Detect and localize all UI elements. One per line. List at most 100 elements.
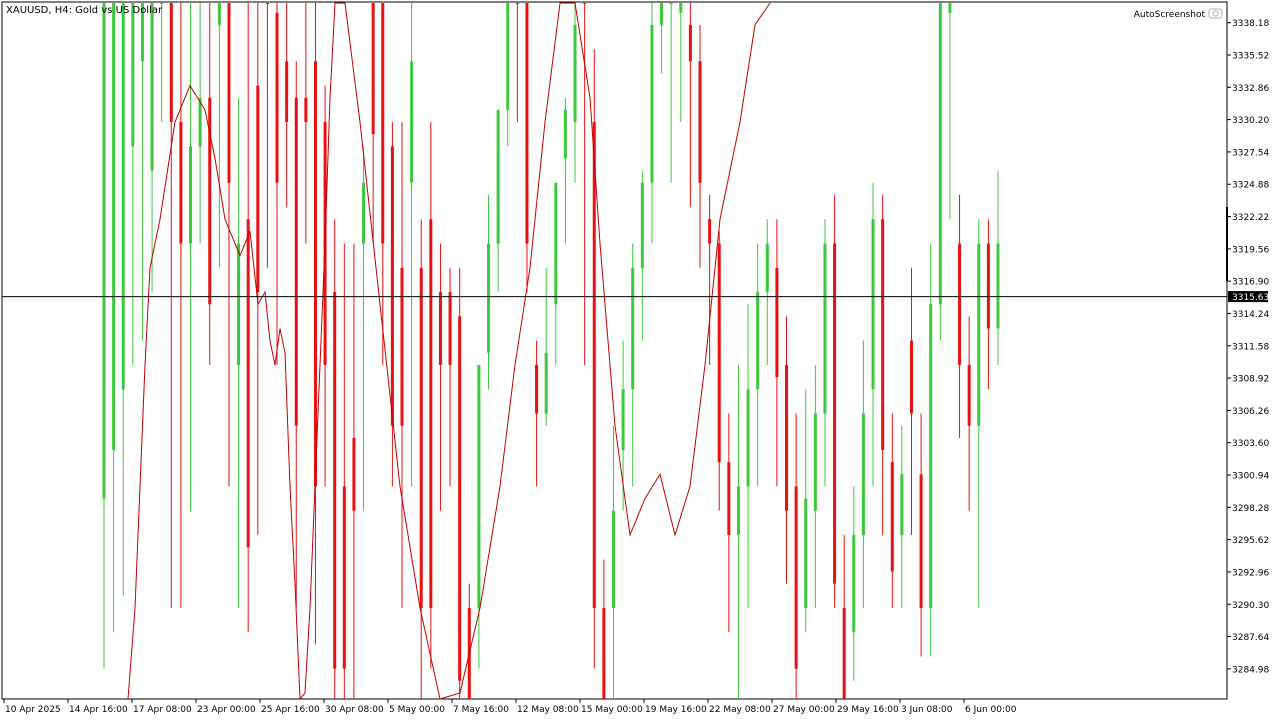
x-tick-label: 14 Apr 16:00 — [69, 705, 128, 715]
x-tick-label: 22 May 08:00 — [709, 705, 771, 715]
candle-body — [881, 219, 885, 450]
candle-body — [631, 267, 635, 390]
y-tick-label: 3295.62 — [1232, 536, 1269, 546]
y-tick-label: 3330.20 — [1232, 116, 1269, 126]
candle-body — [919, 474, 923, 608]
bull-candle — [938, 3, 942, 341]
y-tick-label: 3316.90 — [1232, 278, 1269, 288]
candle-body — [313, 61, 317, 487]
current-price-box: 3315.63 — [1228, 291, 1269, 303]
candle-body — [381, 3, 385, 244]
y-tick-label: 3300.94 — [1232, 472, 1269, 482]
y-tick-label: 3338.18 — [1232, 19, 1269, 29]
price-chart[interactable]: 3338.18 3335.52 3332.86 3330.20 3327.54 3324.… — [0, 0, 1280, 720]
candle-body — [150, 3, 154, 171]
candle-body — [362, 182, 366, 244]
y-tick-label: 3298.28 — [1232, 504, 1269, 514]
candle-body — [400, 267, 404, 426]
candle-body — [861, 413, 865, 536]
candle-body — [246, 219, 250, 548]
x-tick-label: 12 May 08:00 — [517, 705, 579, 715]
y-tick-label: 3314.24 — [1232, 310, 1269, 320]
current-price-label: 3315.63 — [1232, 293, 1269, 303]
candle-body — [294, 97, 298, 426]
candle-body — [458, 316, 462, 681]
bear-candle — [458, 267, 462, 699]
candle-body — [746, 389, 750, 487]
candle-body — [938, 3, 942, 305]
candle-body — [429, 219, 433, 608]
candle-body — [237, 243, 241, 365]
x-tick-label: 19 May 16:00 — [645, 705, 707, 715]
x-tick-label: 30 Apr 08:00 — [325, 705, 384, 715]
candle-body — [775, 267, 779, 378]
candle-body — [256, 85, 260, 293]
candle-body — [285, 61, 289, 123]
candle-body — [823, 243, 827, 414]
candle-body — [727, 462, 731, 536]
candle-body — [438, 292, 442, 365]
x-tick-label: 5 May 00:00 — [389, 705, 445, 715]
candle-body — [890, 462, 894, 572]
candle-body — [448, 292, 452, 365]
candle-body — [602, 607, 606, 699]
x-tick-label: 15 May 00:00 — [581, 705, 643, 715]
candle-body — [679, 3, 683, 13]
bull-candle — [929, 243, 933, 657]
candle-body — [160, 3, 164, 4]
candle-body — [496, 109, 500, 244]
candle-body — [554, 182, 558, 305]
candle-body — [736, 486, 740, 536]
candle-body — [112, 3, 116, 450]
candle-body — [948, 3, 952, 13]
scale-handle[interactable] — [1226, 207, 1228, 281]
candle-body — [535, 364, 539, 414]
chart-svg[interactable]: 3338.18 3335.52 3332.86 3330.20 3327.54 3324.… — [0, 0, 1280, 720]
candle-body — [371, 3, 375, 135]
x-tick-label: 6 Jun 00:00 — [965, 705, 1017, 715]
candle-body — [842, 607, 846, 699]
candle-body — [871, 219, 875, 390]
candle-body — [419, 267, 423, 608]
candle-body — [352, 437, 356, 511]
candle-body — [900, 474, 904, 536]
candle-body — [487, 243, 491, 353]
x-tick-label: 29 May 16:00 — [837, 705, 899, 715]
candle-body — [410, 61, 414, 183]
candle-body — [390, 146, 394, 426]
candle-body — [852, 535, 856, 633]
candle-body — [717, 243, 721, 463]
x-tick-label: 27 May 00:00 — [773, 705, 835, 715]
candle-body — [996, 243, 1000, 329]
candle-body — [785, 364, 789, 511]
candle-body — [342, 486, 346, 669]
x-tick-label: 23 Apr 00:00 — [197, 705, 256, 715]
y-tick-label: 3287.64 — [1232, 633, 1269, 643]
y-tick-label: 3319.56 — [1232, 245, 1269, 255]
x-tick-label: 7 May 16:00 — [453, 705, 509, 715]
candle-body — [698, 61, 702, 183]
candle-body — [688, 24, 692, 62]
candle-body — [929, 304, 933, 608]
candle-body — [909, 340, 913, 414]
candle-body — [563, 109, 567, 159]
candle-body — [794, 486, 798, 669]
candle-body — [967, 364, 971, 426]
candle-body — [640, 182, 644, 268]
y-tick-label: 3292.96 — [1232, 568, 1269, 578]
y-tick-label: 3308.92 — [1232, 375, 1269, 385]
candle-body — [544, 352, 548, 414]
candle-body — [275, 12, 279, 183]
candle-body — [669, 3, 673, 4]
candle-body — [131, 3, 135, 147]
bear-candle — [833, 194, 837, 608]
candle-body — [525, 3, 529, 244]
candle-body — [198, 97, 202, 147]
candle-body — [977, 243, 981, 426]
x-tick-label: 25 Apr 16:00 — [261, 705, 320, 715]
candle-body — [583, 3, 587, 4]
candle-body — [660, 3, 664, 25]
candle-body — [756, 292, 760, 390]
y-tick-label: 3322.22 — [1232, 213, 1269, 223]
candle-body — [650, 24, 654, 183]
